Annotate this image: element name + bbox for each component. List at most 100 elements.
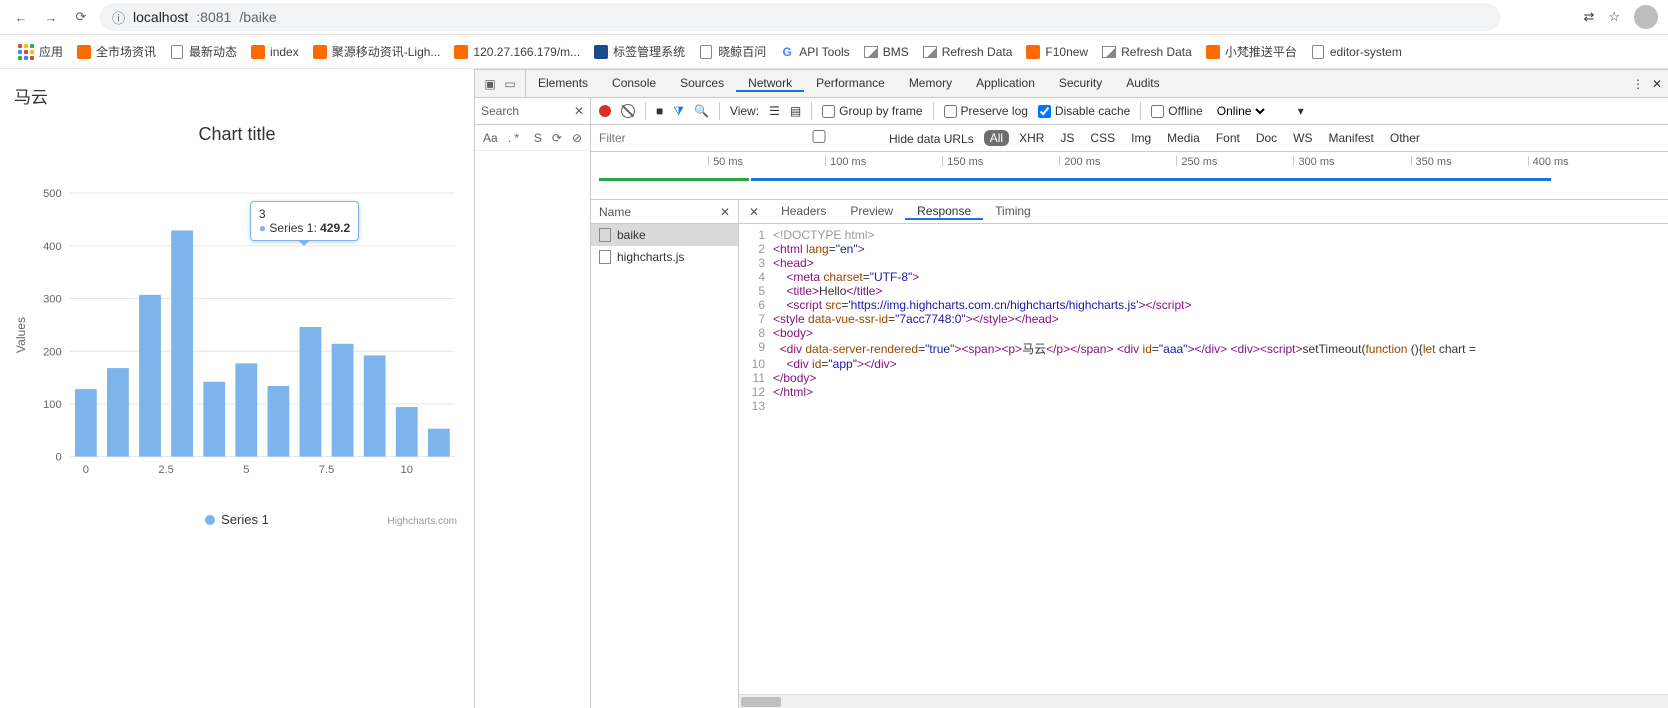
bookmark-item[interactable]: F10new [1026, 43, 1088, 60]
devtools-tab-application[interactable]: Application [964, 76, 1047, 90]
devtools-tab-sources[interactable]: Sources [668, 76, 736, 90]
apps-button[interactable]: 应用 [18, 43, 63, 60]
devtools-tab-security[interactable]: Security [1047, 76, 1114, 90]
profile-avatar[interactable] [1634, 5, 1658, 29]
detail-tabs: ✕ HeadersPreviewResponseTiming [739, 200, 1668, 224]
bookmark-item[interactable]: 小梵推送平台 [1206, 43, 1297, 60]
device-toggle-icon[interactable]: ▭ [501, 75, 519, 93]
bookmark-item[interactable]: 120.27.166.179/m... [454, 43, 580, 60]
devtools-tab-network[interactable]: Network [736, 76, 804, 92]
address-bar[interactable]: ⓘ localhost:8081/baike [100, 3, 1500, 31]
search-icon[interactable]: 🔍 [694, 104, 709, 118]
bookmark-label: 标签管理系统 [613, 43, 685, 60]
regex-toggle[interactable]: . * [508, 131, 519, 145]
bookmark-item[interactable]: BMS [864, 43, 909, 60]
filter-type-doc[interactable]: Doc [1250, 130, 1283, 146]
search-close-icon[interactable]: ✕ [574, 104, 584, 118]
filter-icon[interactable]: ⧩ [673, 104, 684, 119]
filter-type-js[interactable]: JS [1054, 130, 1080, 146]
bookmark-item[interactable]: index [251, 43, 299, 60]
detail-tab-response[interactable]: Response [905, 204, 983, 220]
bookmark-item[interactable]: editor-system [1311, 43, 1402, 60]
bookmark-item[interactable]: 标签管理系统 [594, 43, 685, 60]
star-icon[interactable]: ☆ [1608, 9, 1620, 25]
translate-icon[interactable]: ⇄ [1583, 9, 1594, 25]
detail-tab-headers[interactable]: Headers [769, 204, 838, 220]
search-refresh-icon[interactable]: ⟳ [552, 131, 562, 145]
throttling-select[interactable]: Online [1213, 103, 1268, 119]
bookmark-item[interactable]: Refresh Data [923, 43, 1013, 60]
info-icon: ⓘ [112, 8, 125, 27]
hide-data-urls-checkbox[interactable]: Hide data URLs [749, 130, 974, 146]
bookmark-icon [923, 45, 937, 59]
filter-type-xhr[interactable]: XHR [1013, 130, 1050, 146]
bookmark-label: 晓鲸百问 [718, 43, 766, 60]
reload-button[interactable]: ⟳ [70, 6, 92, 28]
detail-tab-preview[interactable]: Preview [838, 204, 905, 220]
bookmarks-bar: 应用 全市场资讯 最新动态 index 聚源移动资讯-Ligh... 120.27.16… [0, 35, 1668, 69]
devtools-close-icon[interactable]: ✕ [1652, 77, 1662, 91]
bookmark-icon [1206, 45, 1220, 59]
bookmark-label: index [270, 45, 299, 59]
bookmark-label: 全市场资讯 [96, 43, 156, 60]
bookmark-item[interactable]: GAPI Tools [780, 43, 849, 60]
throttling-dropdown-icon[interactable]: ▾ [1298, 104, 1304, 118]
waterfall-icon[interactable]: ▤ [790, 104, 801, 118]
large-rows-icon[interactable]: ☰ [769, 104, 780, 118]
devtools-tab-performance[interactable]: Performance [804, 76, 897, 90]
devtools-menu-icon[interactable]: ⋮ [1632, 77, 1644, 91]
filter-input[interactable] [599, 131, 739, 145]
back-button[interactable]: ← [10, 6, 32, 28]
match-case-toggle[interactable]: Aa [483, 131, 498, 145]
search-clear-icon[interactable]: ⊘ [572, 131, 582, 145]
network-timeline[interactable]: 50 ms100 ms150 ms200 ms250 ms300 ms350 m… [591, 152, 1668, 200]
detail-tab-timing[interactable]: Timing [983, 204, 1043, 220]
devtools-tab-memory[interactable]: Memory [897, 76, 964, 90]
detail-close-icon[interactable]: ✕ [739, 205, 769, 219]
horizontal-scrollbar[interactable] [739, 694, 1668, 708]
devtools-tab-audits[interactable]: Audits [1114, 76, 1171, 90]
code-line: 12</html> [739, 385, 1668, 399]
bookmark-item[interactable]: 聚源移动资讯-Ligh... [313, 43, 441, 60]
filter-type-manifest[interactable]: Manifest [1323, 130, 1380, 146]
filter-type-media[interactable]: Media [1161, 130, 1206, 146]
code-line: 3<head> [739, 256, 1668, 270]
svg-text:500: 500 [43, 188, 62, 200]
bookmark-item[interactable]: Refresh Data [1102, 43, 1192, 60]
disable-cache-checkbox[interactable]: Disable cache [1038, 104, 1130, 118]
offline-checkbox[interactable]: Offline [1151, 104, 1202, 118]
bookmark-item[interactable]: 最新动态 [170, 43, 237, 60]
bookmark-label: Refresh Data [942, 45, 1013, 59]
filter-type-font[interactable]: Font [1210, 130, 1246, 146]
bookmark-item[interactable]: 晓鲸百问 [699, 43, 766, 60]
devtools-tab-console[interactable]: Console [600, 76, 668, 90]
response-body[interactable]: 1<!DOCTYPE html>2<html lang="en">3<head>… [739, 224, 1668, 694]
search-opt-s[interactable]: S [534, 131, 542, 145]
bookmark-label: 最新动态 [189, 43, 237, 60]
preserve-log-checkbox[interactable]: Preserve log [944, 104, 1028, 118]
request-item[interactable]: highcharts.js [591, 246, 738, 268]
request-list-header: Name [599, 205, 631, 219]
group-by-frame-checkbox[interactable]: Group by frame [822, 104, 922, 118]
inspect-icon[interactable]: ▣ [481, 75, 499, 93]
bookmark-icon: G [780, 45, 794, 59]
code-line: 8<body> [739, 326, 1668, 340]
chart-tooltip: 3● Series 1: 429.2 [250, 201, 359, 241]
filter-type-css[interactable]: CSS [1084, 130, 1121, 146]
bookmark-icon [170, 45, 184, 59]
clear-button[interactable] [621, 104, 635, 118]
request-list-close-icon[interactable]: ✕ [720, 205, 730, 219]
record-button[interactable] [599, 105, 611, 117]
camera-icon[interactable]: ■ [656, 104, 663, 118]
svg-text:7.5: 7.5 [319, 464, 334, 476]
filter-type-ws[interactable]: WS [1287, 130, 1318, 146]
filter-type-all[interactable]: All [984, 130, 1009, 146]
filter-type-other[interactable]: Other [1384, 130, 1426, 146]
request-item[interactable]: baike [591, 224, 738, 246]
chart-credit[interactable]: Highcharts.com [388, 516, 457, 527]
devtools-tab-elements[interactable]: Elements [526, 76, 600, 90]
filter-type-img[interactable]: Img [1125, 130, 1157, 146]
svg-text:5: 5 [243, 464, 249, 476]
forward-button[interactable]: → [40, 6, 62, 28]
bookmark-item[interactable]: 全市场资讯 [77, 43, 156, 60]
